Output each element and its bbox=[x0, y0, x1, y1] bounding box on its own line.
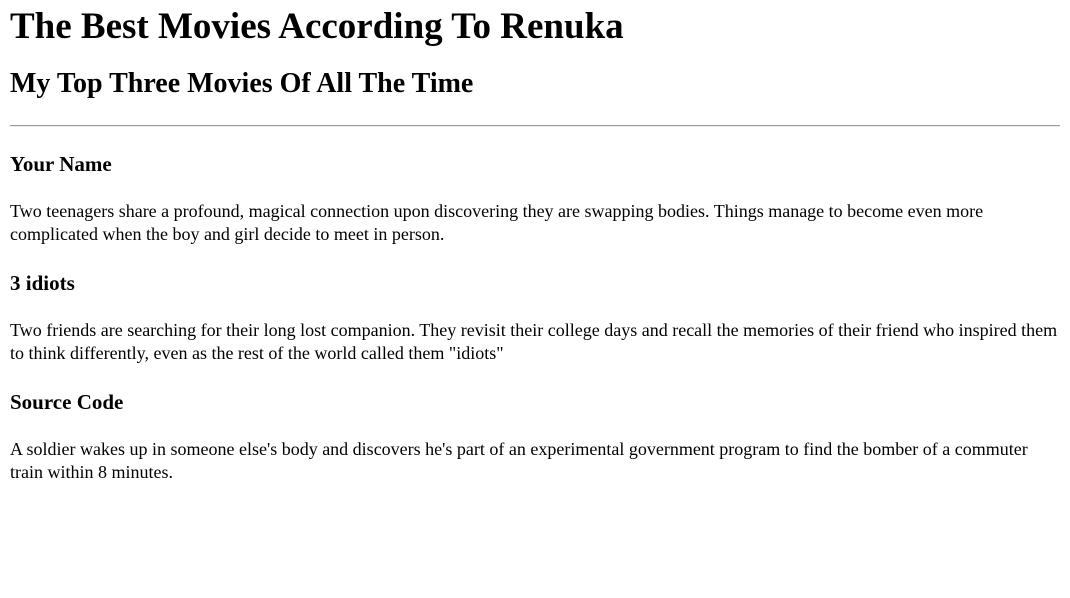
divider bbox=[10, 125, 1060, 127]
page-subtitle: My Top Three Movies Of All The Time bbox=[10, 68, 474, 99]
movie-description: Two teenagers share a profound, magical … bbox=[10, 201, 984, 244]
movie-description: A soldier wakes up in someone else's bod… bbox=[10, 439, 1028, 482]
movie-title: Your Name bbox=[10, 152, 112, 176]
page-title: The Best Movies According To Renuka bbox=[10, 6, 624, 47]
movie-title: Source Code bbox=[10, 390, 124, 414]
movie-entry-source-code: Source Code A soldier wakes up in someon… bbox=[10, 390, 1060, 484]
movie-list: Your Name Two teenagers share a profound… bbox=[10, 152, 1060, 484]
movie-description: Two friends are searching for their long… bbox=[10, 320, 1058, 363]
movie-entry-your-name: Your Name Two teenagers share a profound… bbox=[10, 152, 1060, 246]
movie-title: 3 idiots bbox=[10, 271, 75, 295]
movie-entry-3-idiots: 3 idiots Two friends are searching for t… bbox=[10, 271, 1060, 365]
